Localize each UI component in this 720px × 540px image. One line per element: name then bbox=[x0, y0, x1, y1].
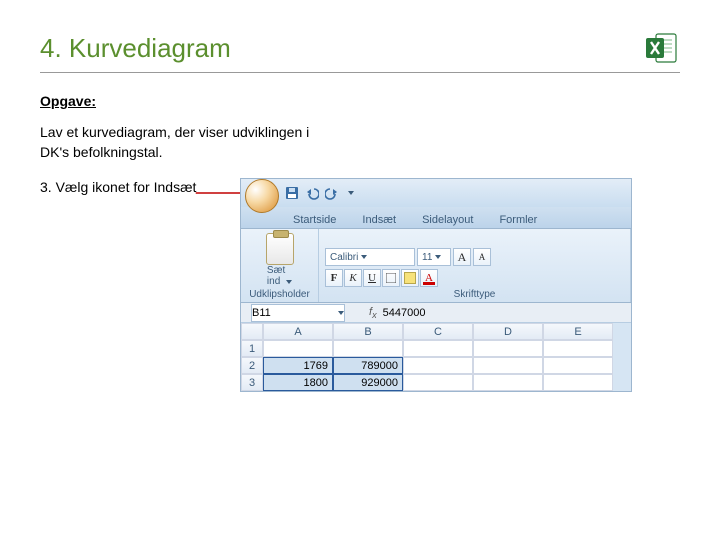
step-instruction: 3. Vælg ikonet for Indsæt bbox=[40, 178, 210, 196]
excel-logo-icon bbox=[644, 30, 680, 66]
tab-formulas[interactable]: Formler bbox=[495, 212, 541, 228]
cell[interactable]: 929000 bbox=[333, 374, 403, 391]
slide-title: 4. Kurvediagram bbox=[40, 33, 231, 64]
cell[interactable]: 789000 bbox=[333, 357, 403, 374]
excel-screenshot: Startside Indsæt Sidelayout Formler Sæti… bbox=[240, 178, 632, 392]
col-header[interactable]: A bbox=[263, 323, 333, 340]
shrink-font-button[interactable]: A bbox=[473, 248, 491, 266]
task-heading: Opgave: bbox=[40, 93, 680, 109]
cell[interactable] bbox=[473, 340, 543, 357]
cell[interactable] bbox=[403, 340, 473, 357]
undo-icon[interactable] bbox=[305, 186, 319, 200]
cell[interactable] bbox=[543, 374, 613, 391]
font-name-select[interactable]: Calibri bbox=[325, 248, 415, 266]
paste-button[interactable] bbox=[266, 233, 294, 265]
col-header[interactable]: C bbox=[403, 323, 473, 340]
formula-bar[interactable]: 5447000 bbox=[383, 307, 426, 319]
fill-color-button[interactable] bbox=[401, 269, 419, 287]
font-size-select[interactable]: 11 bbox=[417, 248, 451, 266]
task-description: Lav et kurvediagram, der viser udvikling… bbox=[40, 123, 340, 162]
office-button[interactable] bbox=[245, 179, 279, 213]
qat-dropdown-icon[interactable] bbox=[348, 191, 354, 195]
spreadsheet-grid: A B C D E 1 2 1769 789000 3 1800 9290 bbox=[241, 323, 631, 391]
name-box[interactable]: B11 bbox=[251, 304, 345, 322]
border-button[interactable] bbox=[382, 269, 400, 287]
row-header[interactable]: 3 bbox=[241, 374, 263, 391]
clipboard-group-label: Udklipsholder bbox=[249, 289, 310, 300]
font-group-label: Skrifttype bbox=[454, 289, 496, 300]
row-header[interactable]: 2 bbox=[241, 357, 263, 374]
tab-home[interactable]: Startside bbox=[289, 212, 340, 228]
cell[interactable] bbox=[543, 357, 613, 374]
cell[interactable] bbox=[473, 357, 543, 374]
cell[interactable] bbox=[333, 340, 403, 357]
italic-button[interactable]: K bbox=[344, 269, 362, 287]
chevron-down-icon[interactable] bbox=[286, 280, 292, 284]
cell[interactable] bbox=[263, 340, 333, 357]
col-header[interactable]: E bbox=[543, 323, 613, 340]
tab-pagelayout[interactable]: Sidelayout bbox=[418, 212, 477, 228]
col-header[interactable]: D bbox=[473, 323, 543, 340]
underline-button[interactable]: U bbox=[363, 269, 381, 287]
save-icon[interactable] bbox=[285, 186, 299, 200]
cell[interactable] bbox=[473, 374, 543, 391]
cell[interactable] bbox=[403, 357, 473, 374]
paste-label: Sætind bbox=[267, 265, 292, 287]
cell[interactable]: 1800 bbox=[263, 374, 333, 391]
tab-insert[interactable]: Indsæt bbox=[358, 212, 400, 228]
select-all-corner[interactable] bbox=[241, 323, 263, 340]
grow-font-button[interactable]: A bbox=[453, 248, 471, 266]
row-header[interactable]: 1 bbox=[241, 340, 263, 357]
bold-button[interactable]: F bbox=[325, 269, 343, 287]
font-color-button[interactable]: A bbox=[420, 269, 438, 287]
col-header[interactable]: B bbox=[333, 323, 403, 340]
redo-icon[interactable] bbox=[325, 186, 339, 200]
fx-icon[interactable]: fx bbox=[369, 306, 377, 320]
cell[interactable] bbox=[403, 374, 473, 391]
cell[interactable] bbox=[543, 340, 613, 357]
cell[interactable]: 1769 bbox=[263, 357, 333, 374]
